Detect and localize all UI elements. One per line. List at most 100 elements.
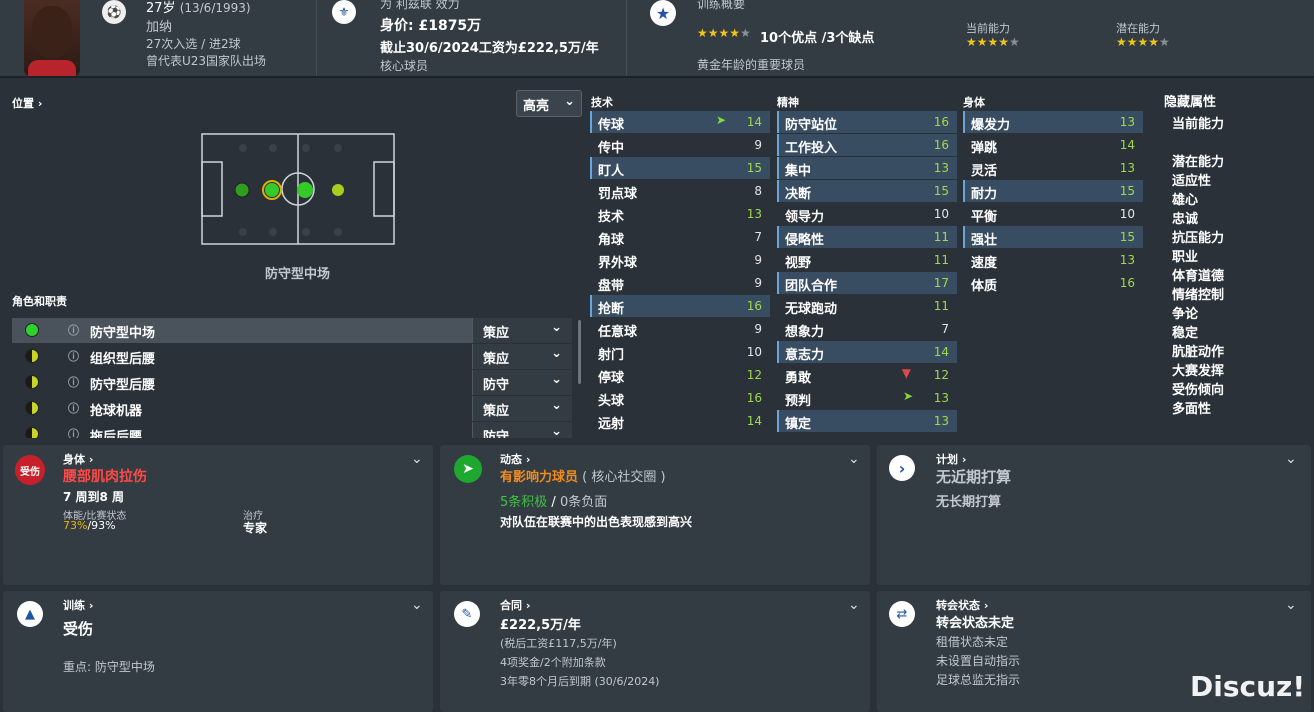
attribute-value: 10 (933, 207, 949, 221)
attribute-value: 14 (1119, 138, 1135, 152)
club-line[interactable]: 为 利兹联 效力 (380, 0, 460, 12)
attribute-value: 15 (933, 184, 949, 198)
role-row[interactable]: ⓘ 抢球机器 策应 ⌄ (12, 396, 572, 421)
contract-link[interactable]: 合同 › (500, 597, 530, 613)
attribute-name: 灵活 (971, 164, 998, 179)
attribute-row[interactable]: 射门 10 (590, 341, 770, 363)
chevron-down-icon[interactable]: ⌄ (848, 451, 860, 467)
hidden-attribute: 雄心 (1172, 193, 1199, 208)
role-row[interactable]: ⓘ 组织型后腰 策应 ⌄ (12, 344, 572, 369)
attribute-row[interactable]: 传球 ➤ 14 (590, 111, 770, 133)
attribute-row[interactable]: 灵活 13 (963, 157, 1143, 179)
attribute-row[interactable]: 镇定 13 (777, 410, 957, 432)
chevron-right-icon: › (889, 455, 915, 481)
positive-count[interactable]: 5条积极 (500, 495, 547, 510)
attribute-row[interactable]: 头球 16 (590, 387, 770, 409)
attribute-row[interactable]: 勇敢 ▼ 12 (777, 364, 957, 386)
duty-select[interactable]: 策应 ⌄ (472, 396, 572, 421)
attribute-row[interactable]: 远射 14 (590, 410, 770, 432)
attribute-name: 勇敢 (785, 371, 812, 386)
attribute-row[interactable]: 意志力 14 (777, 341, 957, 363)
attribute-row[interactable]: 爆发力 13 (963, 111, 1143, 133)
social-role: 有影响力球员 (500, 470, 579, 485)
injury-duration: 7 周到8 周 (63, 490, 125, 504)
position-role-name: 防守型中场 (265, 267, 331, 282)
chevron-down-icon[interactable]: ⌄ (1285, 597, 1297, 613)
squad-status: 核心球员 (380, 59, 429, 73)
brightness-select[interactable]: 高亮 ⌄ (516, 90, 582, 117)
attribute-value: 17 (933, 276, 949, 290)
duty-select[interactable]: 策应 ⌄ (472, 318, 572, 343)
attribute-value: 14 (746, 414, 762, 428)
attribute-row[interactable]: 罚点球 8 (590, 180, 770, 202)
attribute-row[interactable]: 盯人 15 (590, 157, 770, 179)
attribute-row[interactable]: 决断 15 (777, 180, 957, 202)
duty-select[interactable]: 防守 ⌄ (472, 422, 572, 438)
info-icon[interactable]: ⓘ (68, 374, 79, 390)
contract-panel: ✎ 合同 › ⌄ £222,5万/年 (税后工资£117,5万/年) 4项奖金/… (440, 591, 870, 712)
chevron-down-icon[interactable]: ⌄ (411, 451, 423, 467)
social-group: ( 核心社交圈 ) (582, 470, 666, 485)
duty-select[interactable]: 防守 ⌄ (472, 370, 572, 395)
attribute-row[interactable]: 强壮 15 (963, 226, 1143, 248)
body-link[interactable]: 身体 › (63, 451, 93, 467)
role-row[interactable]: ⓘ 拖后后腰 防守 ⌄ (12, 422, 572, 438)
attribute-name: 头球 (598, 394, 625, 409)
attribute-row[interactable]: 工作投入 16 (777, 134, 957, 156)
chevron-down-icon[interactable]: ⌄ (848, 597, 860, 613)
attribute-row[interactable]: 视野 11 (777, 249, 957, 271)
attribute-row[interactable]: 弹跳 14 (963, 134, 1143, 156)
attribute-row[interactable]: 无球跑动 11 (777, 295, 957, 317)
attribute-row[interactable]: 体质 16 (963, 272, 1143, 294)
trend-up-icon: ➤ (715, 113, 726, 127)
treatment-value: 专家 (243, 521, 268, 535)
body-panel: 受伤 身体 › ⌄ 腰部肌肉拉伤 7 周到8 周 体能/比赛状态 73%/93%… (3, 445, 433, 585)
transfer-link[interactable]: 转会状态 › (936, 597, 988, 613)
dynamics-link[interactable]: 动态 › (500, 451, 530, 467)
attribute-name: 平衡 (971, 210, 998, 225)
chevron-down-icon[interactable]: ⌄ (411, 597, 423, 613)
roles-scrollbar[interactable] (578, 320, 581, 384)
attribute-row[interactable]: 界外球 9 (590, 249, 770, 271)
chevron-down-icon[interactable]: ⌄ (1285, 451, 1297, 467)
scout-rating-stars: ★★★★★ (697, 26, 751, 40)
info-icon[interactable]: ⓘ (68, 322, 79, 338)
role-row[interactable]: ⓘ 防守型后腰 防守 ⌄ (12, 370, 572, 395)
hidden-attribute: 大赛发挥 (1172, 364, 1225, 379)
info-icon[interactable]: ⓘ (68, 348, 79, 364)
attribute-row[interactable]: 想象力 7 (777, 318, 957, 340)
plans-link[interactable]: 计划 › (936, 451, 966, 467)
role-row[interactable]: ⓘ 防守型中场 策应 ⌄ (12, 318, 572, 343)
attribute-row[interactable]: 团队合作 17 (777, 272, 957, 294)
attribute-value: 13 (933, 414, 949, 428)
attribute-value: 9 (754, 276, 762, 290)
attribute-row[interactable]: 任意球 9 (590, 318, 770, 340)
attribute-row[interactable]: 技术 13 (590, 203, 770, 225)
transfer-status: 转会状态未定 (936, 616, 1015, 631)
attribute-row[interactable]: 预判 ➤ 13 (777, 387, 957, 409)
attribute-row[interactable]: 抢断 16 (590, 295, 770, 317)
role-name: 组织型后腰 (90, 352, 156, 367)
roles-list: ⓘ 防守型中场 策应 ⌄ ⓘ 组织型后腰 策应 ⌄ ⓘ 防守型后腰 防守 ⌄ ⓘ 抢球… (0, 318, 590, 438)
attribute-row[interactable]: 角球 7 (590, 226, 770, 248)
attribute-row[interactable]: 盘带 9 (590, 272, 770, 294)
attribute-row[interactable]: 侵略性 11 (777, 226, 957, 248)
attribute-row[interactable]: 防守站位 16 (777, 111, 957, 133)
training-link[interactable]: 训练 › (63, 597, 93, 613)
position-link[interactable]: 位置 › (12, 95, 42, 111)
attribute-row[interactable]: 平衡 10 (963, 203, 1143, 225)
match-fitness-value: /93% (87, 519, 116, 532)
attribute-row[interactable]: 耐力 15 (963, 180, 1143, 202)
attribute-row[interactable]: 停球 12 (590, 364, 770, 386)
attribute-row[interactable]: 传中 9 (590, 134, 770, 156)
attribute-row[interactable]: 速度 13 (963, 249, 1143, 271)
nationality[interactable]: 加纳 (146, 16, 172, 35)
count-separator: / (547, 495, 560, 510)
attribute-row[interactable]: 领导力 10 (777, 203, 957, 225)
info-icon[interactable]: ⓘ (68, 426, 79, 438)
chevron-down-icon: ⌄ (551, 398, 562, 413)
attribute-row[interactable]: 集中 13 (777, 157, 957, 179)
negative-count[interactable]: 0条负面 (560, 495, 607, 510)
duty-select[interactable]: 策应 ⌄ (472, 344, 572, 369)
info-icon[interactable]: ⓘ (68, 400, 79, 416)
